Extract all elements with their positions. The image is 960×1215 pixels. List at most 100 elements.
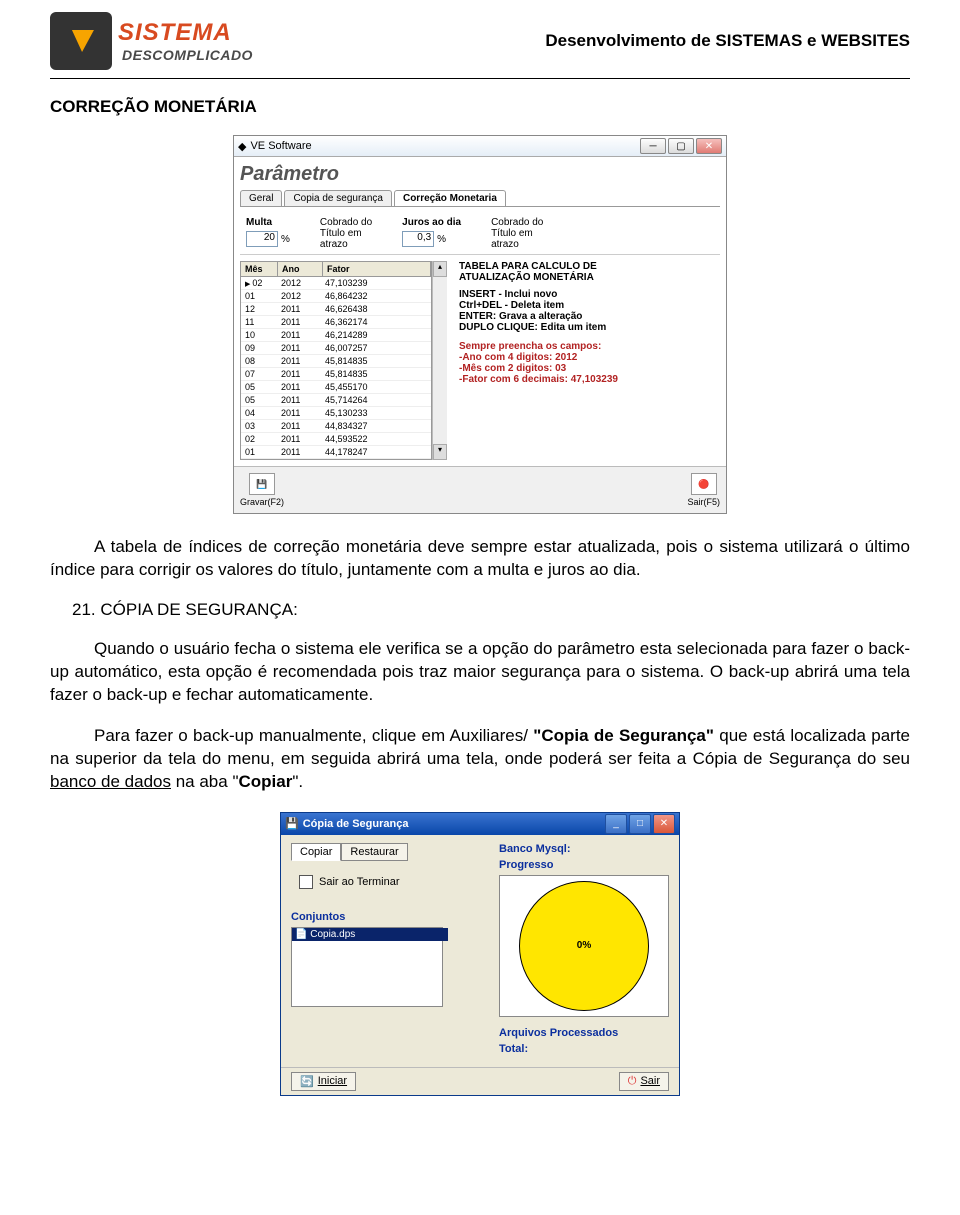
header-rule [50, 78, 910, 79]
iniciar-label: Iniciar [318, 1075, 347, 1087]
close-button[interactable]: ✕ [696, 138, 722, 154]
table-row[interactable]: 02201144,593522 [241, 433, 431, 446]
backup-title: Cópia de Segurança [303, 818, 409, 830]
multa-desc: Cobrado do Título em atrazo [320, 217, 372, 250]
table-row[interactable]: 01201144,178247 [241, 446, 431, 459]
tab-geral[interactable]: Geral [240, 190, 282, 206]
table-row[interactable]: 09201146,007257 [241, 342, 431, 355]
p3-d: banco de dados [50, 772, 171, 791]
info-line: ENTER: Grava a alteração [459, 311, 720, 322]
multa-input[interactable]: 20 [246, 231, 278, 247]
heading-copia: 21. CÓPIA DE SEGURANÇA: [50, 600, 910, 620]
header-tagline: Desenvolvimento de SISTEMAS e WEBSITES [545, 31, 910, 51]
sair-label: Sair ao Terminar [319, 876, 400, 888]
backup-titlebar[interactable]: 💾 Cópia de Segurança _ □ ✕ [281, 813, 679, 835]
progress-chart: 0% [499, 875, 669, 1017]
window-title: VE Software [250, 140, 311, 152]
juros-input[interactable]: 0,3 [402, 231, 434, 247]
conjuntos-label: Conjuntos [291, 911, 485, 923]
table-row[interactable]: 08201145,814835 [241, 355, 431, 368]
col-mes: Mês [241, 262, 278, 276]
juros-desc: Cobrado do Título em atrazo [491, 217, 543, 250]
start-icon: 🔄 [300, 1075, 314, 1088]
table-row[interactable]: 01201246,864232 [241, 290, 431, 303]
sair-checkbox[interactable] [299, 875, 313, 889]
table-row[interactable]: 12201146,626438 [241, 303, 431, 316]
table-row[interactable]: 02201247,103239 [241, 277, 431, 290]
progress-pct: 0% [577, 940, 591, 951]
list-item-label: Copia.dps [310, 929, 355, 940]
multa-suffix: % [281, 234, 290, 245]
backup-window: 💾 Cópia de Segurança _ □ ✕ Copiar Restau… [280, 812, 680, 1096]
col-ano: Ano [278, 262, 323, 276]
page-header: SISTEMA DESCOMPLICADO Desenvolvimento de… [50, 12, 910, 70]
info-title: TABELA PARA CALCULO DE ATUALIZAÇÃO MONET… [459, 261, 720, 283]
close-button[interactable]: ✕ [653, 814, 675, 834]
fator-table[interactable]: Mês Ano Fator 02201247,10323901201246,86… [240, 261, 432, 460]
maximize-button[interactable]: ▢ [668, 138, 694, 154]
warn-head: Sempre preencha os campos: [459, 341, 720, 352]
tab-correcao-monetaria[interactable]: Correção Monetaria [394, 190, 506, 206]
paragraph-3: Para fazer o back-up manualmente, clique… [50, 725, 910, 794]
logo-bolt-icon [50, 12, 112, 70]
tab-copiar[interactable]: Copiar [291, 843, 341, 861]
warn-line: -Mês com 2 digitos: 03 [459, 363, 720, 374]
window-heading: Parâmetro [240, 163, 720, 186]
multa-label: Multa [246, 217, 290, 228]
table-scrollbar[interactable]: ▴ ▾ [432, 261, 447, 460]
gravar-button[interactable]: 💾 Gravar(F2) [240, 473, 284, 507]
col-fator: Fator [323, 262, 431, 276]
logo: SISTEMA DESCOMPLICADO [50, 12, 257, 70]
table-row[interactable]: 03201144,834327 [241, 420, 431, 433]
info-line: INSERT - Inclui novo [459, 289, 720, 300]
parametro-window: ◆ VE Software ─ ▢ ✕ Parâmetro Geral Copi… [233, 135, 727, 514]
pie-chart-icon: 0% [519, 881, 649, 1011]
p3-a: Para fazer o back-up manualmente, clique… [94, 726, 533, 745]
progresso-label: Progresso [499, 859, 669, 871]
paragraph-1: A tabela de índices de correção monetári… [50, 536, 910, 582]
exit-icon: 🔴 [691, 473, 717, 495]
save-icon: 💾 [249, 473, 275, 495]
maximize-button[interactable]: □ [629, 814, 651, 834]
table-row[interactable]: 05201145,714264 [241, 394, 431, 407]
list-item[interactable]: 📄 Copia.dps [292, 928, 448, 941]
minimize-button[interactable]: _ [605, 814, 627, 834]
scroll-up-icon[interactable]: ▴ [433, 261, 447, 277]
warn-line: -Fator com 6 decimais: 47,103239 [459, 374, 720, 385]
sair-label: Sair(F5) [687, 497, 720, 507]
p3-g: . [298, 772, 303, 791]
tab-restaurar[interactable]: Restaurar [341, 843, 407, 861]
table-row[interactable]: 04201145,130233 [241, 407, 431, 420]
exit-icon: ⏻ [628, 1075, 637, 1088]
table-row[interactable]: 11201146,362174 [241, 316, 431, 329]
logo-line2: DESCOMPLICADO [118, 47, 257, 63]
logo-line1: SISTEMA [118, 19, 257, 47]
warn-line: -Ano com 4 digitos: 2012 [459, 352, 720, 363]
info-line: DUPLO CLIQUE: Edita um item [459, 322, 720, 333]
minimize-button[interactable]: ─ [640, 138, 666, 154]
p3-e: na aba [171, 772, 232, 791]
p3-f: Copiar [239, 772, 293, 791]
table-row[interactable]: 05201145,455170 [241, 381, 431, 394]
sair-button[interactable]: ⏻ Sair [619, 1072, 669, 1091]
backup-icon: 💾 [285, 817, 299, 830]
scroll-down-icon[interactable]: ▾ [433, 444, 447, 460]
app-icon: ◆ [238, 140, 246, 153]
tabs: Geral Copia de segurança Correção Moneta… [240, 190, 720, 207]
info-line: Ctrl+DEL - Deleta item [459, 300, 720, 311]
arquivos-label: Arquivos Processados [499, 1027, 669, 1039]
conjuntos-list[interactable]: 📄 Copia.dps [291, 927, 443, 1007]
juros-label: Juros ao dia [402, 217, 461, 228]
sair-button[interactable]: 🔴 Sair(F5) [687, 473, 720, 507]
table-row[interactable]: 10201146,214289 [241, 329, 431, 342]
iniciar-button[interactable]: 🔄 Iniciar [291, 1072, 356, 1091]
gravar-label: Gravar(F2) [240, 497, 284, 507]
tab-copia-seguranca[interactable]: Copia de segurança [284, 190, 392, 206]
banco-label: Banco Mysql: [499, 843, 669, 855]
juros-suffix: % [437, 234, 446, 245]
section-title: CORREÇÃO MONETÁRIA [50, 97, 910, 117]
total-label: Total: [499, 1043, 669, 1055]
table-row[interactable]: 07201145,814835 [241, 368, 431, 381]
window-titlebar[interactable]: ◆ VE Software ─ ▢ ✕ [234, 136, 726, 157]
p3-b: Copia de Segurança [541, 726, 706, 745]
